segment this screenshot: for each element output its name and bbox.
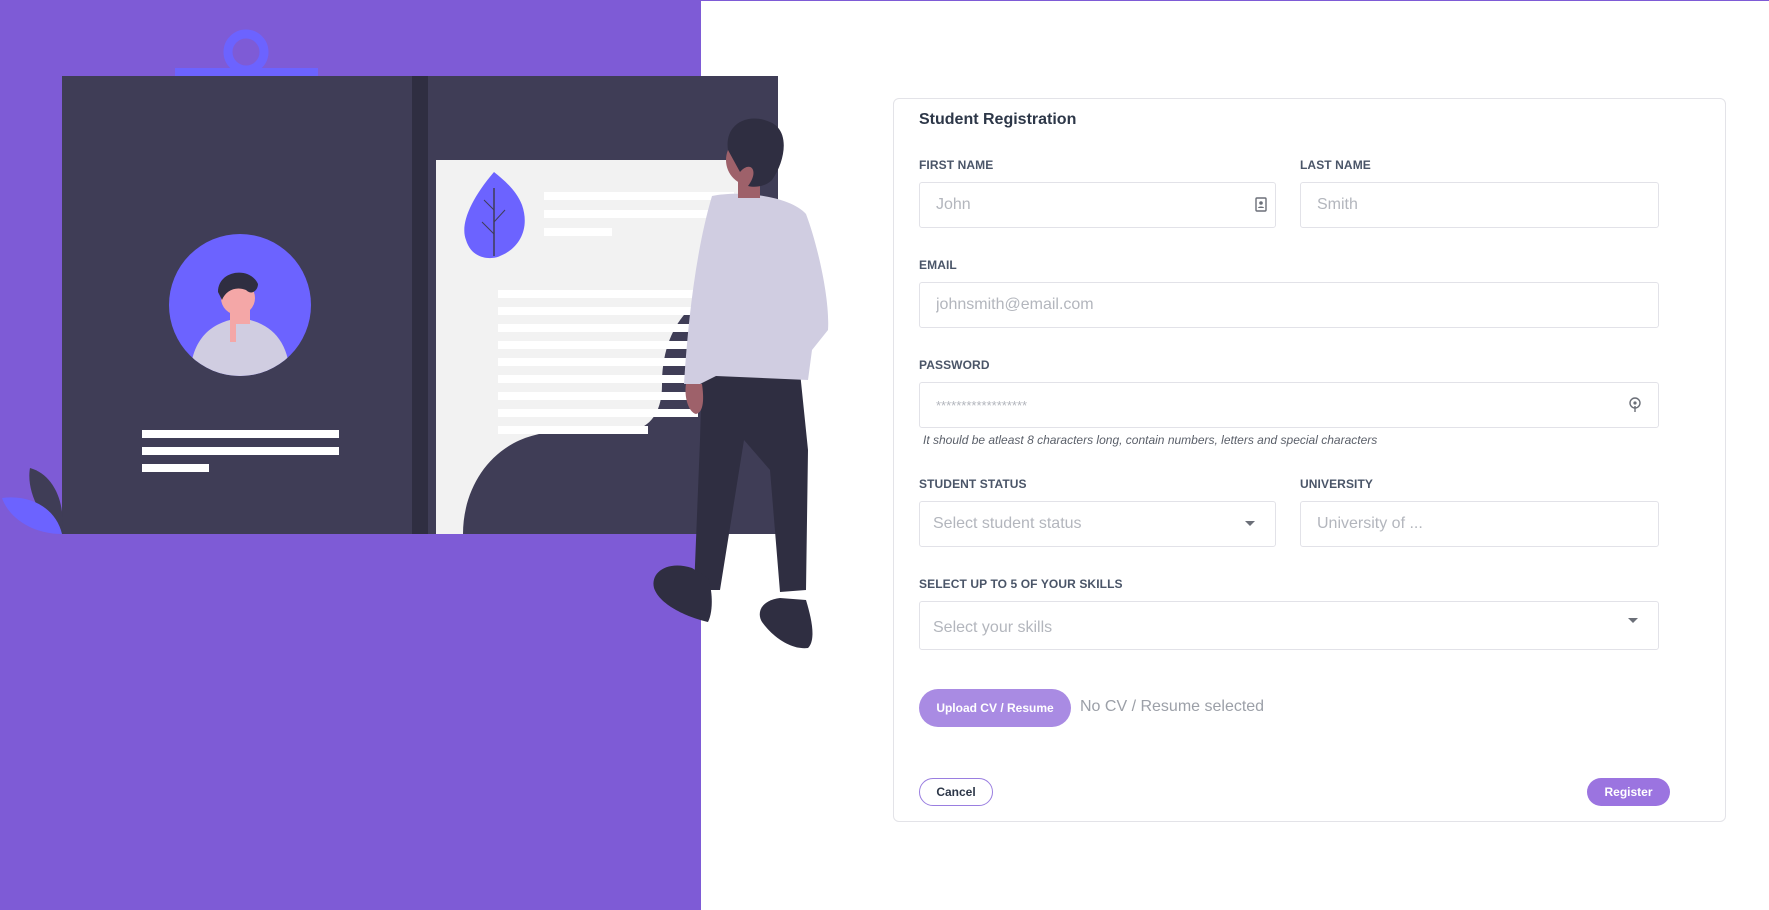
skills-select[interactable]: Select your skills: [919, 601, 1659, 650]
skills-placeholder: Select your skills: [933, 619, 1053, 636]
student-status-placeholder: Select student status: [933, 515, 1082, 532]
university-field: [1300, 501, 1659, 547]
university-label: UNIVERSITY: [1300, 477, 1374, 491]
password-field: [919, 382, 1659, 428]
board-spine: [412, 76, 428, 534]
registration-card: Student Registration FIRST NAME LAST NAM…: [893, 98, 1726, 822]
key-icon[interactable]: [1628, 397, 1642, 413]
password-input[interactable]: [920, 383, 1658, 427]
skills-label: SELECT UP TO 5 OF YOUR SKILLS: [919, 577, 1123, 591]
paper-body-lines: [498, 290, 698, 434]
password-label: PASSWORD: [919, 358, 990, 372]
last-name-input[interactable]: [1301, 183, 1658, 227]
last-name-field: [1300, 182, 1659, 228]
chevron-down-icon[interactable]: [1628, 618, 1638, 623]
top-accent-line: [701, 0, 1769, 1]
email-field: [919, 282, 1659, 328]
student-status-select[interactable]: Select student status: [919, 501, 1276, 547]
form-title: Student Registration: [919, 111, 1077, 128]
password-hint: It should be atleast 8 characters long, …: [923, 433, 1378, 447]
university-input[interactable]: [1301, 502, 1658, 546]
chevron-down-icon[interactable]: [1245, 521, 1255, 526]
first-name-label: FIRST NAME: [919, 158, 994, 172]
first-name-field: [919, 182, 1276, 228]
student-status-label: STUDENT STATUS: [919, 477, 1027, 491]
email-label: EMAIL: [919, 258, 957, 272]
last-name-label: LAST NAME: [1300, 158, 1371, 172]
registration-illustration: [2, 29, 829, 649]
contact-card-icon[interactable]: [1255, 197, 1267, 212]
email-input[interactable]: [920, 283, 1658, 327]
upload-cv-button[interactable]: Upload CV / Resume: [919, 689, 1071, 727]
cancel-button[interactable]: Cancel: [919, 778, 993, 806]
decorative-leaves: [2, 468, 63, 534]
register-button[interactable]: Register: [1587, 778, 1670, 806]
upload-status-text: No CV / Resume selected: [1080, 698, 1265, 715]
first-name-input[interactable]: [920, 183, 1275, 227]
